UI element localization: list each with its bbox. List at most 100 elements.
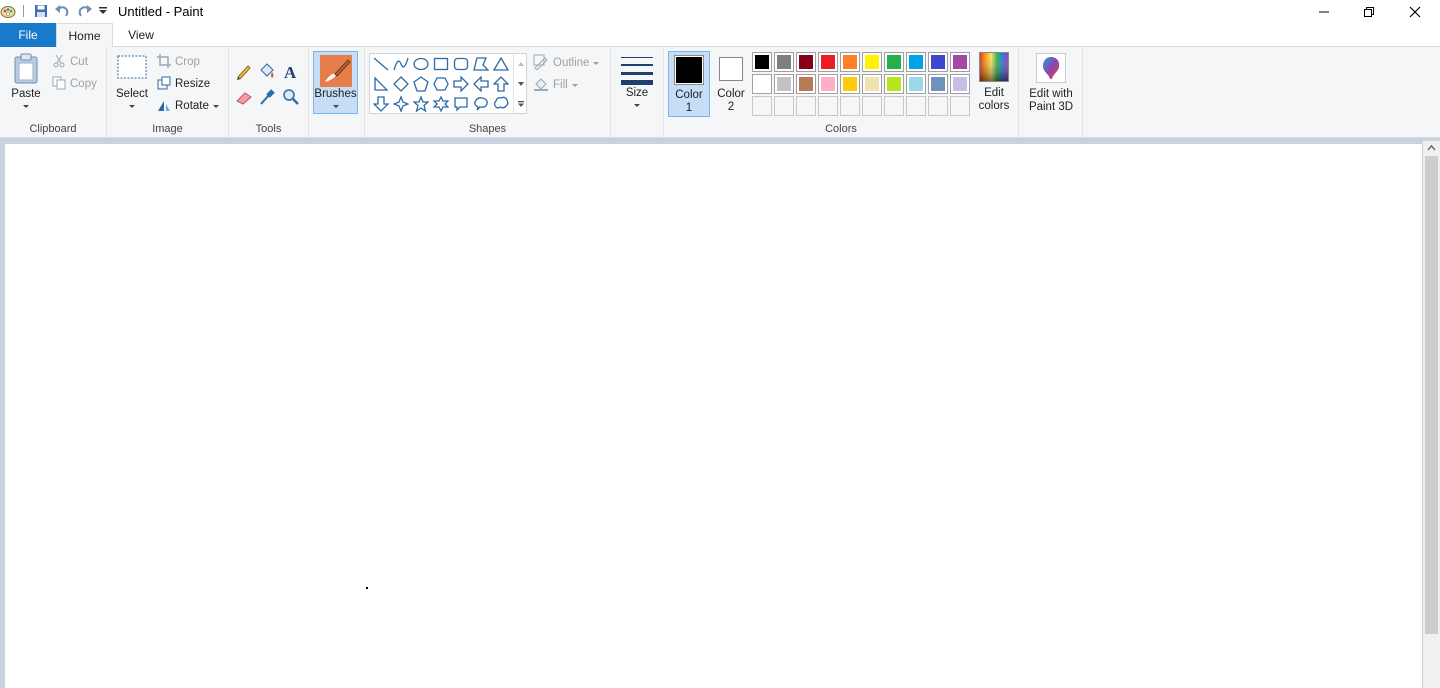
color-picker-icon[interactable] [257, 87, 277, 107]
palette-swatch[interactable] [928, 74, 948, 94]
resize-button[interactable]: Resize [157, 74, 210, 94]
edit-with-paint3d-button[interactable]: Edit with Paint 3D [1023, 51, 1079, 117]
brushes-button[interactable]: Brushes [313, 51, 358, 114]
fill-bucket-icon[interactable] [257, 61, 277, 81]
save-icon[interactable] [32, 2, 50, 20]
right-triangle-shape-icon[interactable] [371, 74, 391, 94]
palette-custom-slot[interactable] [796, 96, 816, 116]
paste-label: Paste [11, 88, 41, 100]
right-arrow-shape-icon[interactable] [451, 74, 471, 94]
select-button[interactable]: Select [113, 53, 151, 115]
palette-swatch[interactable] [884, 74, 904, 94]
gallery-expand-icon[interactable] [514, 94, 527, 113]
fill-dropdown-icon[interactable] [571, 83, 578, 87]
palette-swatch[interactable] [862, 52, 882, 72]
triangle-shape-icon[interactable] [491, 54, 511, 74]
redo-icon[interactable] [76, 2, 94, 20]
close-button[interactable] [1392, 0, 1438, 23]
curve-shape-icon[interactable] [391, 54, 411, 74]
eraser-icon[interactable] [234, 87, 254, 107]
edit-colors-button[interactable]: Edit colors [974, 51, 1014, 117]
six-point-star-shape-icon[interactable] [431, 94, 451, 114]
palette-swatch[interactable] [928, 52, 948, 72]
palette-custom-slot[interactable] [906, 96, 926, 116]
resize-icon [157, 76, 175, 93]
palette-custom-slot[interactable] [752, 96, 772, 116]
outline-button[interactable]: Outline [533, 53, 600, 73]
rotate-button[interactable]: Rotate [157, 96, 219, 116]
cut-button[interactable]: Cut [52, 52, 88, 72]
palette-custom-slot[interactable] [862, 96, 882, 116]
drawing-canvas[interactable] [5, 144, 1422, 688]
crop-button[interactable]: Crop [157, 52, 200, 72]
rectangle-shape-icon[interactable] [431, 54, 451, 74]
palette-swatch[interactable] [840, 74, 860, 94]
color2-swatch [719, 57, 743, 81]
fill-button[interactable]: Fill [533, 75, 578, 95]
tab-home[interactable]: Home [56, 23, 113, 48]
palette-swatch[interactable] [796, 74, 816, 94]
palette-custom-slot[interactable] [928, 96, 948, 116]
tab-view[interactable]: View [113, 23, 169, 47]
palette-swatch[interactable] [884, 52, 904, 72]
left-arrow-shape-icon[interactable] [471, 74, 491, 94]
color1-button[interactable]: Color 1 [668, 51, 710, 117]
rounded-callout-shape-icon[interactable] [451, 94, 471, 114]
undo-icon[interactable] [53, 2, 71, 20]
palette-custom-slot[interactable] [774, 96, 794, 116]
brushes-dropdown-icon[interactable] [332, 105, 339, 109]
gallery-scroll-up-icon[interactable] [514, 54, 527, 74]
paint-app-icon[interactable] [0, 2, 16, 20]
copy-button[interactable]: Copy [52, 74, 97, 94]
five-point-star-shape-icon[interactable] [411, 94, 431, 114]
palette-swatch[interactable] [840, 52, 860, 72]
palette-swatch[interactable] [906, 74, 926, 94]
palette-swatch[interactable] [818, 74, 838, 94]
oval-callout-shape-icon[interactable] [471, 94, 491, 114]
scrollbar-thumb[interactable] [1425, 156, 1438, 634]
palette-custom-slot[interactable] [840, 96, 860, 116]
size-button[interactable]: Size [616, 51, 658, 115]
palette-swatch[interactable] [796, 52, 816, 72]
outline-dropdown-icon[interactable] [593, 61, 600, 65]
rounded-rectangle-shape-icon[interactable] [451, 54, 471, 74]
diamond-shape-icon[interactable] [391, 74, 411, 94]
cloud-callout-shape-icon[interactable] [491, 94, 511, 114]
pentagon-shape-icon[interactable] [411, 74, 431, 94]
line-shape-icon[interactable] [371, 54, 391, 74]
scroll-up-icon[interactable] [1423, 141, 1440, 155]
text-tool-icon[interactable]: A [281, 61, 301, 82]
palette-swatch[interactable] [950, 74, 970, 94]
palette-swatch[interactable] [906, 52, 926, 72]
magnifier-icon[interactable] [281, 87, 301, 107]
palette-swatch[interactable] [774, 52, 794, 72]
palette-swatch[interactable] [862, 74, 882, 94]
select-dropdown-icon[interactable] [129, 105, 135, 109]
palette-custom-slot[interactable] [884, 96, 904, 116]
palette-custom-slot[interactable] [818, 96, 838, 116]
paste-button[interactable]: Paste [6, 51, 46, 115]
palette-swatch[interactable] [774, 74, 794, 94]
color2-button[interactable]: Color 2 [712, 51, 750, 117]
rotate-dropdown-icon[interactable] [212, 104, 219, 108]
four-point-star-shape-icon[interactable] [391, 94, 411, 114]
oval-shape-icon[interactable] [411, 54, 431, 74]
up-arrow-shape-icon[interactable] [491, 74, 511, 94]
paste-dropdown-icon[interactable] [23, 105, 29, 109]
gallery-scroll-down-icon[interactable] [514, 74, 527, 94]
restore-button[interactable] [1346, 0, 1392, 23]
pencil-icon[interactable] [234, 61, 254, 81]
palette-swatch[interactable] [752, 52, 772, 72]
minimize-button[interactable] [1301, 0, 1347, 23]
palette-custom-slot[interactable] [950, 96, 970, 116]
hexagon-shape-icon[interactable] [431, 74, 451, 94]
down-arrow-shape-icon[interactable] [371, 94, 391, 114]
tab-file[interactable]: File [0, 23, 56, 47]
palette-swatch[interactable] [752, 74, 772, 94]
vertical-scrollbar[interactable] [1423, 141, 1440, 688]
palette-swatch[interactable] [950, 52, 970, 72]
customize-quick-access-icon[interactable] [96, 2, 110, 20]
size-dropdown-icon[interactable] [634, 104, 640, 108]
polygon-shape-icon[interactable] [471, 54, 491, 74]
palette-swatch[interactable] [818, 52, 838, 72]
